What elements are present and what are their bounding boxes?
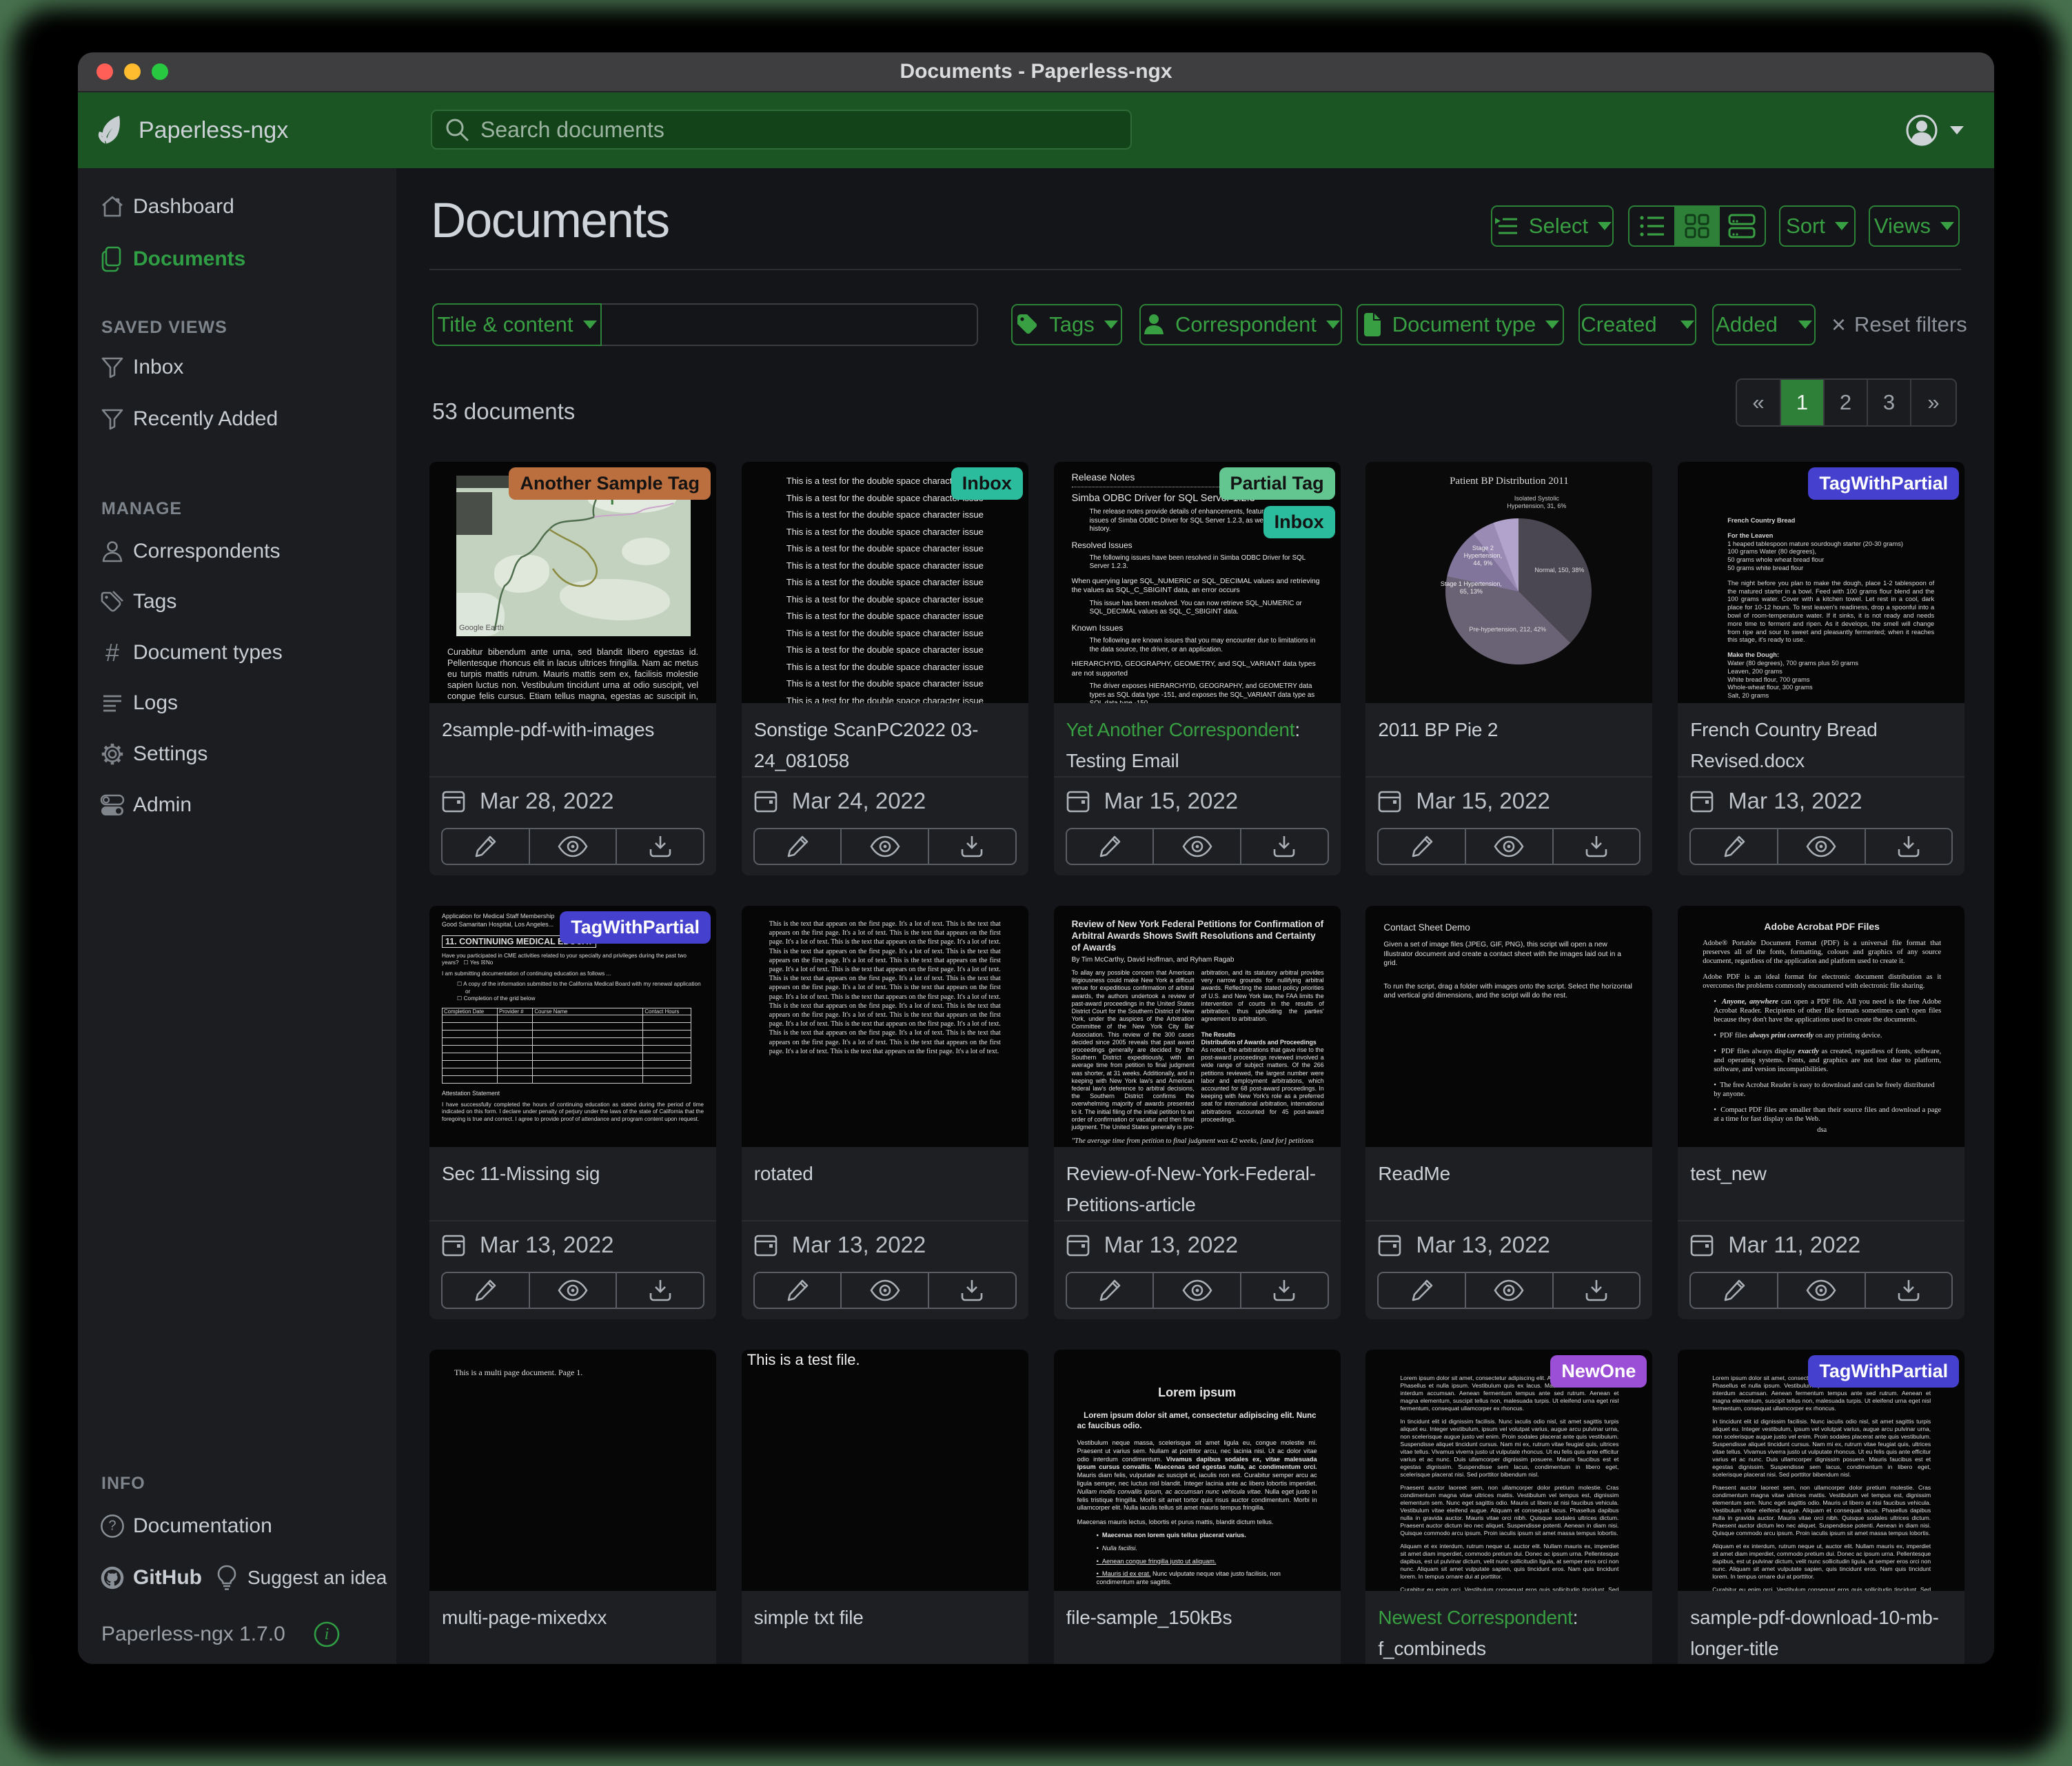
svg-text:i: i <box>324 1625 329 1643</box>
svg-text:?: ? <box>108 1519 116 1534</box>
